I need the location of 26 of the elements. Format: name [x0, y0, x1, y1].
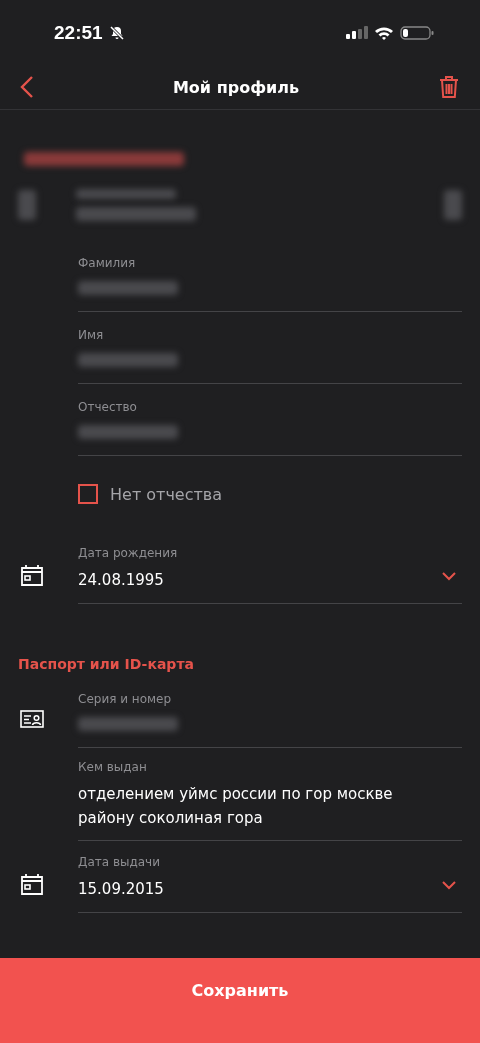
muted-bell-icon	[108, 24, 125, 41]
trash-icon	[438, 75, 460, 99]
blurred-icon	[444, 190, 462, 220]
input-field[interactable]: Кем выдан отделением уймс россии по гор москве району соколиная гора	[78, 748, 462, 841]
battery-icon	[400, 25, 434, 40]
calendar-icon	[20, 564, 44, 586]
date-field[interactable]: Дата рождения 24.08.1995	[78, 532, 462, 604]
date-field[interactable]: Дата выдачи 15.09.2015	[78, 841, 462, 913]
checkbox-label: Нет отчества	[110, 484, 223, 504]
wifi-icon	[374, 25, 394, 40]
status-time: 22:51	[54, 21, 103, 44]
calendar-icon	[20, 873, 44, 895]
blurred-icon	[18, 190, 36, 220]
save-button[interactable]: Сохранить	[0, 958, 480, 1043]
screen-title: Мой профиль	[172, 77, 300, 97]
input-field[interactable]: Отчество	[78, 384, 462, 456]
input-field[interactable]: Имя	[78, 312, 462, 384]
input-field[interactable]: Серия и номер	[78, 676, 462, 748]
chevron-down-icon	[442, 881, 456, 890]
section-heading: Паспорт или ID-карта	[18, 656, 194, 672]
id-card-icon	[20, 710, 44, 728]
signal-icon	[346, 25, 368, 40]
back-icon	[20, 75, 34, 99]
checkbox[interactable]	[78, 484, 98, 504]
chevron-down-icon	[442, 572, 456, 581]
input-field[interactable]: Фамилия	[78, 240, 462, 312]
